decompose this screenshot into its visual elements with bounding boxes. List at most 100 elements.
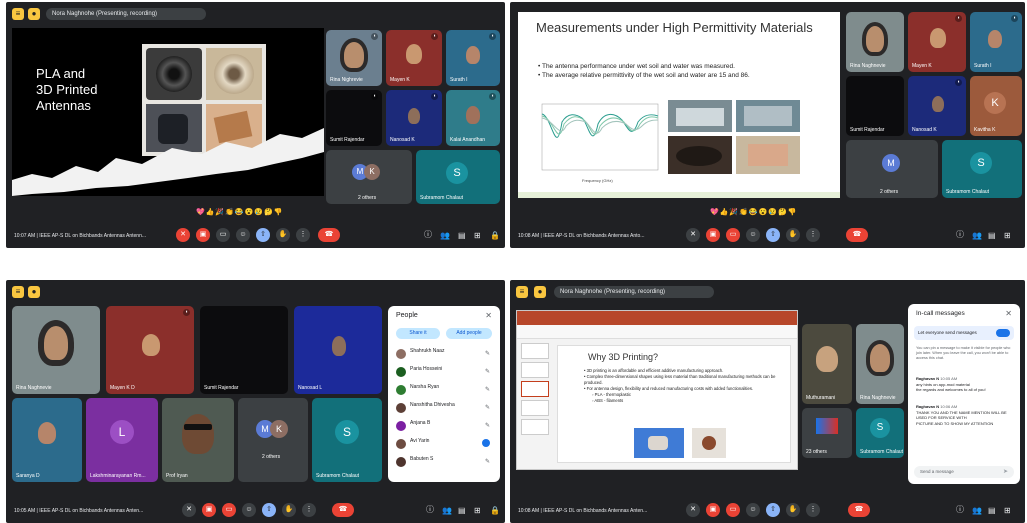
people-icon[interactable]: 👥 [442, 506, 452, 515]
participant-tile[interactable]: Rina Naghnevie [846, 12, 904, 72]
close-icon[interactable]: ✕ [485, 311, 492, 320]
chat-icon[interactable]: ▤ [988, 231, 996, 240]
slide-thumbnail[interactable] [521, 419, 549, 435]
send-icon[interactable]: ➤ [1003, 468, 1008, 475]
message-input[interactable]: Send a message ➤ [914, 466, 1014, 478]
mic-button[interactable]: ✕ [182, 503, 196, 517]
participant-tile[interactable]: Kalai Anandhan ◖ [446, 90, 500, 146]
participant-tile[interactable]: Sumit Rajendar [846, 76, 904, 136]
info-icon[interactable]: ⓘ [956, 504, 964, 515]
close-icon[interactable]: ✕ [1005, 309, 1012, 318]
activities-icon[interactable]: ⊞ [474, 231, 481, 240]
people-row[interactable]: Avi Yarin [396, 436, 496, 454]
emoji-button[interactable]: ☺ [746, 503, 760, 517]
activities-icon[interactable]: ⊞ [1004, 506, 1011, 515]
participant-tile[interactable]: Nanosad K ◖ [386, 90, 442, 146]
participant-tile[interactable]: Sumit Rajendar [200, 306, 288, 394]
share-button[interactable]: Share it [396, 328, 440, 339]
others-tile[interactable]: M 2 others [846, 140, 938, 198]
more-options-button[interactable]: ⋮ [302, 503, 316, 517]
info-icon[interactable]: ≡ [516, 286, 528, 298]
lock-icon[interactable]: 🔒 [490, 506, 500, 515]
people-icon[interactable]: 👥 [972, 506, 982, 515]
end-call-button[interactable]: ☎ [846, 228, 868, 242]
participant-tile[interactable]: Nanosad L [294, 306, 382, 394]
participant-tile[interactable]: S Subramom Chalaut [416, 150, 500, 204]
chat-icon[interactable]: ▤ [458, 231, 466, 240]
end-call-button[interactable]: ☎ [332, 503, 354, 517]
participant-tile[interactable]: Mayen K ◖ [386, 30, 442, 86]
people-row[interactable]: Paria Hosseini ✎ [396, 364, 496, 382]
allow-messages-toggle[interactable] [996, 329, 1010, 337]
others-tile[interactable]: M K 2 others [238, 398, 308, 482]
participant-tile[interactable]: Rina Naghnevie [856, 324, 904, 404]
present-button[interactable]: ⇧ [766, 503, 780, 517]
present-button[interactable]: ⇧ [262, 503, 276, 517]
reactions-bar[interactable]: 💖👍🎉👏😂😮😢🤔👎 [710, 208, 797, 218]
slide-thumbnail[interactable] [521, 362, 549, 378]
mic-button[interactable]: ✕ [686, 228, 700, 242]
raise-hand-button[interactable]: ✋ [786, 503, 800, 517]
others-tile[interactable]: M K 2 others [326, 150, 412, 204]
present-button[interactable]: ⇧ [766, 228, 780, 242]
people-row[interactable]: Nanshitha Dhivesha ✎ [396, 400, 496, 418]
info-icon[interactable]: ≡ [12, 8, 24, 20]
recording-icon[interactable]: ● [534, 286, 546, 298]
captions-button[interactable]: ▭ [216, 228, 230, 242]
emoji-button[interactable]: ☺ [236, 228, 250, 242]
participant-tile[interactable]: Rina Nighrevie ◖ [326, 30, 382, 86]
people-icon[interactable]: 👥 [972, 231, 982, 240]
camera-off-button[interactable]: ▣ [706, 228, 720, 242]
participant-tile[interactable]: Muthuramani [802, 324, 852, 404]
end-call-button[interactable]: ☎ [848, 503, 870, 517]
participant-tile[interactable]: Nanosad K ◖ [908, 76, 966, 136]
others-tile[interactable]: 23 others [802, 408, 852, 458]
emoji-button[interactable]: ☺ [242, 503, 256, 517]
raise-hand-button[interactable]: ✋ [786, 228, 800, 242]
camera-off-button[interactable]: ▣ [706, 503, 720, 517]
slide-thumbnail[interactable] [521, 343, 549, 359]
camera-off-button[interactable]: ▣ [196, 228, 210, 242]
participant-tile[interactable]: Mayen K D ◖ [106, 306, 194, 394]
present-button[interactable]: ⇧ [256, 228, 270, 242]
activities-icon[interactable]: ⊞ [1004, 231, 1011, 240]
chat-icon[interactable]: ▤ [988, 506, 996, 515]
reactions-bar[interactable]: 💖👍🎉👏😂😮😢🤔👎 [196, 208, 283, 218]
mic-off-button[interactable]: ✕ [176, 228, 190, 242]
people-row[interactable]: Shahrukh Naaz ✎ [396, 346, 496, 364]
people-row[interactable]: Narsha Ryan ✎ [396, 382, 496, 400]
more-options-button[interactable]: ⋮ [806, 503, 820, 517]
info-icon[interactable]: ≡ [12, 286, 24, 298]
raise-hand-button[interactable]: ✋ [276, 228, 290, 242]
activities-icon[interactable]: ⊞ [474, 506, 481, 515]
participant-tile[interactable]: Mayen K ◖ [908, 12, 966, 72]
captions-button[interactable]: ▭ [726, 228, 740, 242]
add-people-button[interactable]: Add people [446, 328, 492, 339]
participant-tile[interactable]: S Subramom Chalaut [312, 398, 382, 482]
more-options-button[interactable]: ⋮ [296, 228, 310, 242]
lock-icon[interactable]: 🔒 [490, 231, 500, 240]
participant-tile[interactable]: Surath I ◖ [446, 30, 500, 86]
people-row[interactable]: Anjana B ✎ [396, 418, 496, 436]
info-icon[interactable]: ⓘ [956, 229, 964, 240]
recording-icon[interactable]: ● [28, 286, 40, 298]
info-icon[interactable]: ⓘ [426, 504, 434, 515]
participant-tile[interactable]: L Lakshminarayanan Rm... [86, 398, 158, 482]
people-row[interactable]: Babuten S ✎ [396, 454, 496, 472]
participant-tile[interactable]: Surath I ◖ [970, 12, 1022, 72]
participant-tile[interactable]: Sumit Rajendar ◖ [326, 90, 382, 146]
captions-button[interactable]: ▭ [222, 503, 236, 517]
end-call-button[interactable]: ☎ [318, 228, 340, 242]
captions-button[interactable]: ▭ [726, 503, 740, 517]
slide-thumbnail[interactable] [521, 381, 549, 397]
participant-tile[interactable]: S Subramom Chalaut [942, 140, 1022, 198]
raise-hand-button[interactable]: ✋ [282, 503, 296, 517]
people-icon[interactable]: 👥 [440, 231, 450, 240]
more-options-button[interactable]: ⋮ [806, 228, 820, 242]
slide-thumbnail[interactable] [521, 400, 549, 416]
participant-tile[interactable]: Prof Iryan [162, 398, 234, 482]
chat-icon[interactable]: ▤ [458, 506, 466, 515]
mic-button[interactable]: ✕ [686, 503, 700, 517]
participant-tile[interactable]: S Subramom Chalaut [856, 408, 904, 458]
recording-icon[interactable]: ● [28, 8, 40, 20]
